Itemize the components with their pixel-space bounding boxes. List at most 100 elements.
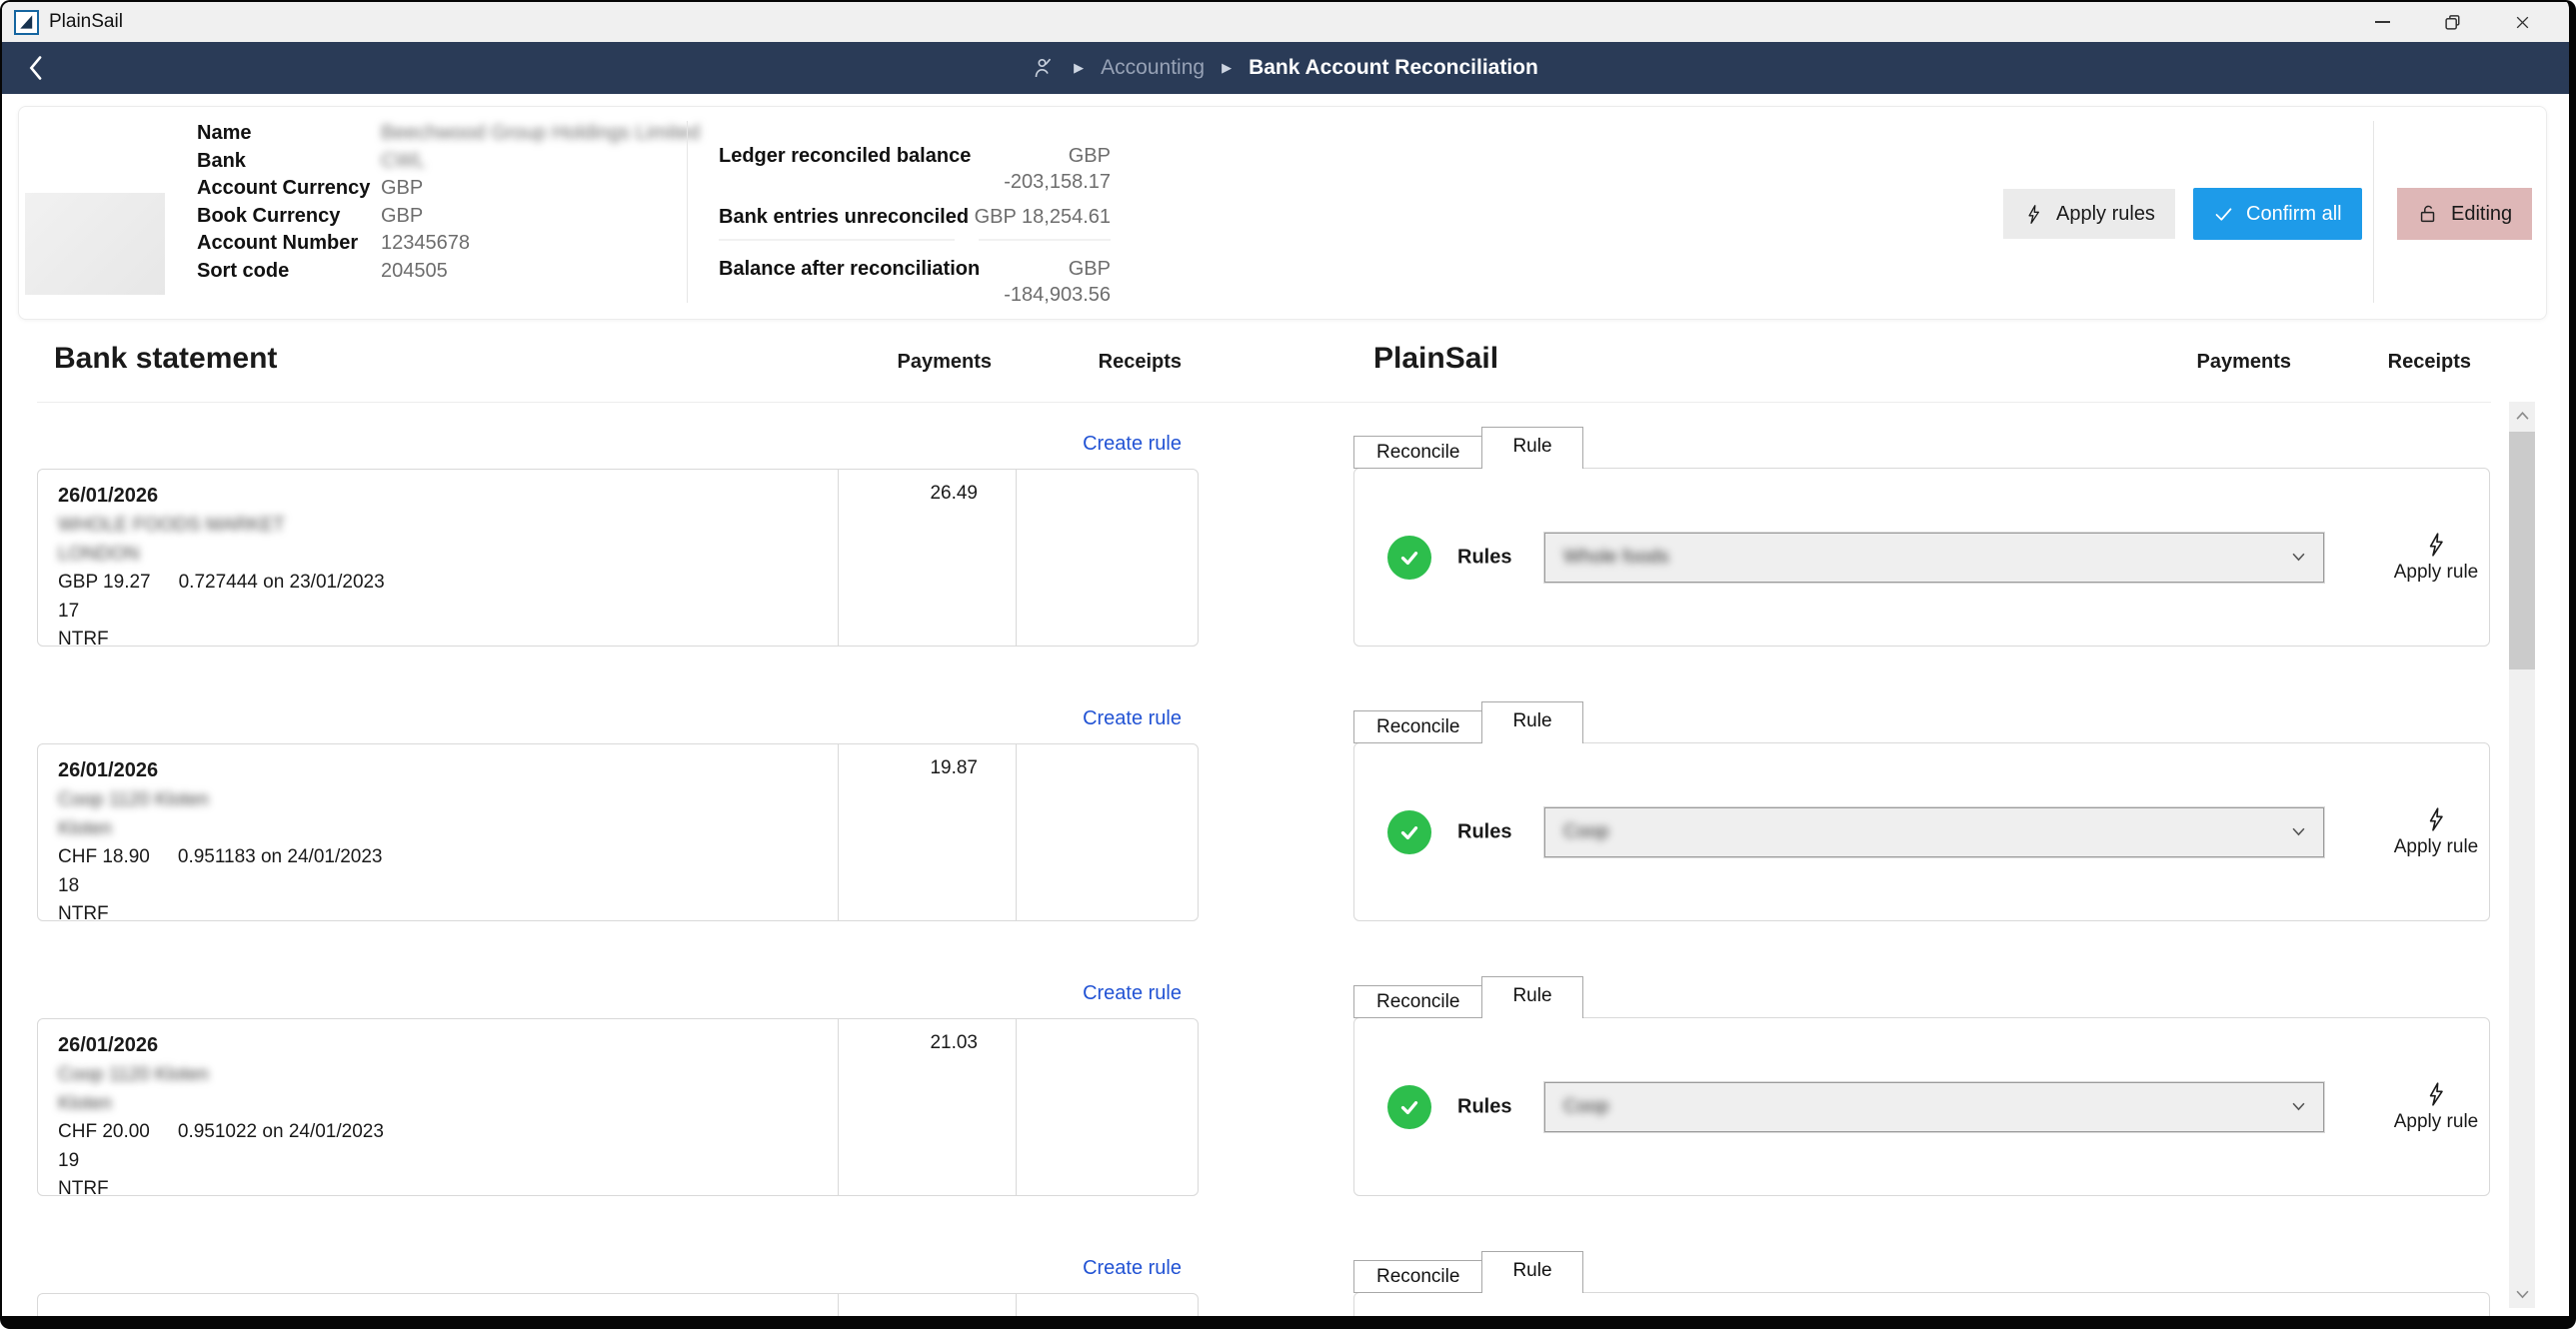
apply-rule-button[interactable]: Apply rule <box>2376 806 2496 858</box>
fx-rate: 0.951022 on 24/01/2023 <box>178 1121 384 1142</box>
reconciliation-row: Create rule Reconcile Rule 26/01/2026 Co… <box>2 701 2569 925</box>
create-rule-link[interactable]: Create rule <box>1037 433 1182 456</box>
fx-amount: CHF 18.90 <box>58 846 150 867</box>
lightning-icon <box>2423 532 2449 558</box>
ledger-balance-value: GBP -203,158.17 <box>971 143 1111 195</box>
balance-label: Balance after reconciliation <box>719 256 980 308</box>
fx-line: CHF 18.900.951183 on 24/01/2023 <box>58 843 1178 872</box>
tab-reconcile[interactable]: Reconcile <box>1353 436 1482 469</box>
breadcrumb-page-title: Bank Account Reconciliation <box>1249 56 1538 80</box>
merchant-line1: Coop 1120 Kloten <box>58 1061 1178 1090</box>
payments-column-divider <box>838 1294 839 1316</box>
apply-rules-label: Apply rules <box>2056 203 2155 226</box>
editing-label: Editing <box>2451 203 2512 226</box>
entry-date: 26/01/2026 <box>58 757 1178 784</box>
merchant-line2: Kloten <box>58 815 1178 844</box>
account-fields: NameBeechwood Group Holdings Limited Ban… <box>197 120 700 285</box>
bank-entry-card: 26/01/2026 WHOLE FOODS MARKET LONDON GBP… <box>37 469 1199 647</box>
rule-matched-icon <box>1387 810 1431 854</box>
breadcrumb: ▶ Accounting ▶ Bank Account Reconciliati… <box>2 42 2569 94</box>
lightning-icon <box>2423 1081 2449 1107</box>
tab-reconcile[interactable]: Reconcile <box>1353 985 1482 1018</box>
entry-type: NTRF <box>58 900 1178 929</box>
payments-value: 19.87 <box>838 757 978 779</box>
fx-rate: 0.727444 on 23/01/2023 <box>179 572 385 593</box>
rule-dropdown[interactable]: Whole foods <box>1544 533 2324 583</box>
create-rule-link[interactable]: Create rule <box>1037 707 1182 730</box>
rules-label: Rules <box>1457 820 1511 843</box>
nav-bar: ▶ Accounting ▶ Bank Account Reconciliati… <box>2 42 2569 94</box>
tab-rule[interactable]: Rule <box>1481 427 1582 469</box>
merchant-line1: Coop 1120 Kloten <box>58 786 1178 815</box>
bank-entry-card: 26/01/2026 Coop 1120 Kloten Kloten CHF 2… <box>37 1018 1199 1196</box>
row-tabs: Reconcile Rule <box>1353 427 1583 469</box>
rule-card <box>1353 1292 2490 1316</box>
minimize-icon[interactable] <box>2347 2 2417 42</box>
unreconciled-value: GBP 18,254.61 <box>969 204 1111 230</box>
account-currency-value: GBP <box>381 175 423 203</box>
merchant-line1: WHOLE FOODS MARKET <box>58 512 1178 541</box>
rule-dropdown[interactable]: Coop <box>1544 807 2324 857</box>
scrollbar-thumb[interactable] <box>2509 432 2535 669</box>
rule-card: Rules Coop Apply rule <box>1353 1017 2490 1196</box>
apply-rule-button[interactable]: Apply rule <box>2376 1081 2496 1133</box>
breadcrumb-accounting[interactable]: Accounting <box>1101 56 1205 80</box>
merchant-line2: LONDON <box>58 541 1178 570</box>
scroll-down-icon[interactable] <box>2509 1280 2535 1308</box>
tab-reconcile[interactable]: Reconcile <box>1353 710 1482 743</box>
rules-label: Rules <box>1457 1095 1511 1118</box>
apply-rule-label: Apply rule <box>2394 836 2479 857</box>
entry-sequence: 18 <box>58 872 1178 901</box>
apply-rule-button[interactable]: Apply rule <box>2376 532 2496 584</box>
title-bar: PlainSail <box>2 2 2569 42</box>
close-icon[interactable] <box>2487 2 2557 42</box>
rules-label: Rules <box>1457 546 1511 569</box>
confirm-all-label: Confirm all <box>2246 203 2342 226</box>
vertical-scrollbar[interactable] <box>2509 402 2535 1308</box>
tab-rule[interactable]: Rule <box>1481 701 1582 743</box>
create-rule-link[interactable]: Create rule <box>1037 982 1182 1005</box>
confirm-all-button[interactable]: Confirm all <box>2193 188 2362 240</box>
plainsail-title: PlainSail <box>1373 342 1498 376</box>
tab-reconcile[interactable]: Reconcile <box>1353 1260 1482 1293</box>
rule-dropdown-value: Coop <box>1563 1096 1608 1118</box>
entry-type: NTRF <box>58 1175 1178 1204</box>
editing-badge[interactable]: Editing <box>2397 188 2532 240</box>
scroll-up-icon[interactable] <box>2509 402 2535 430</box>
entry-sequence: 17 <box>58 598 1178 627</box>
bank-logo-placeholder <box>25 193 165 295</box>
tab-rule[interactable]: Rule <box>1481 976 1582 1018</box>
receipts-column-divider <box>1016 1294 1017 1316</box>
back-button[interactable] <box>14 47 58 89</box>
entry-sequence: 19 <box>58 1147 1178 1176</box>
field-label: Bank <box>197 148 381 176</box>
apply-rules-button[interactable]: Apply rules <box>2003 189 2175 239</box>
field-label: Sort code <box>197 258 381 286</box>
balance-label: Ledger reconciled balance <box>719 143 971 195</box>
header-underline <box>37 402 2491 403</box>
receipts-column-divider <box>1016 1019 1017 1195</box>
balances-divider <box>719 239 1111 241</box>
chevron-down-icon <box>2292 1102 2305 1111</box>
rule-dropdown-value: Whole foods <box>1563 547 1669 569</box>
restore-icon[interactable] <box>2417 2 2487 42</box>
balance-label: Bank entries unreconciled <box>719 204 969 230</box>
fx-line: CHF 20.000.951022 on 24/01/2023 <box>58 1118 1178 1147</box>
main-content: NameBeechwood Group Holdings Limited Ban… <box>2 94 2569 1316</box>
rule-matched-icon <box>1387 536 1431 580</box>
account-name-value: Beechwood Group Holdings Limited <box>381 120 700 148</box>
unlock-icon <box>2417 203 2439 225</box>
bank-entry-card <box>37 1293 1199 1316</box>
fx-amount: GBP 19.27 <box>58 572 151 593</box>
rule-dropdown-value: Coop <box>1563 821 1608 843</box>
entry-type: NTRF <box>58 626 1178 655</box>
rule-card: Rules Whole foods Apply rule <box>1353 468 2490 647</box>
tab-rule[interactable]: Rule <box>1481 1251 1582 1293</box>
create-rule-link[interactable]: Create rule <box>1037 1257 1182 1280</box>
rule-dropdown[interactable]: Coop <box>1544 1082 2324 1132</box>
payments-header-right: Payments <box>2136 351 2291 374</box>
checkmark-icon <box>2213 204 2234 225</box>
window-title: PlainSail <box>49 11 123 33</box>
lightning-icon <box>2023 204 2044 225</box>
row-tabs: Reconcile Rule <box>1353 976 1583 1018</box>
